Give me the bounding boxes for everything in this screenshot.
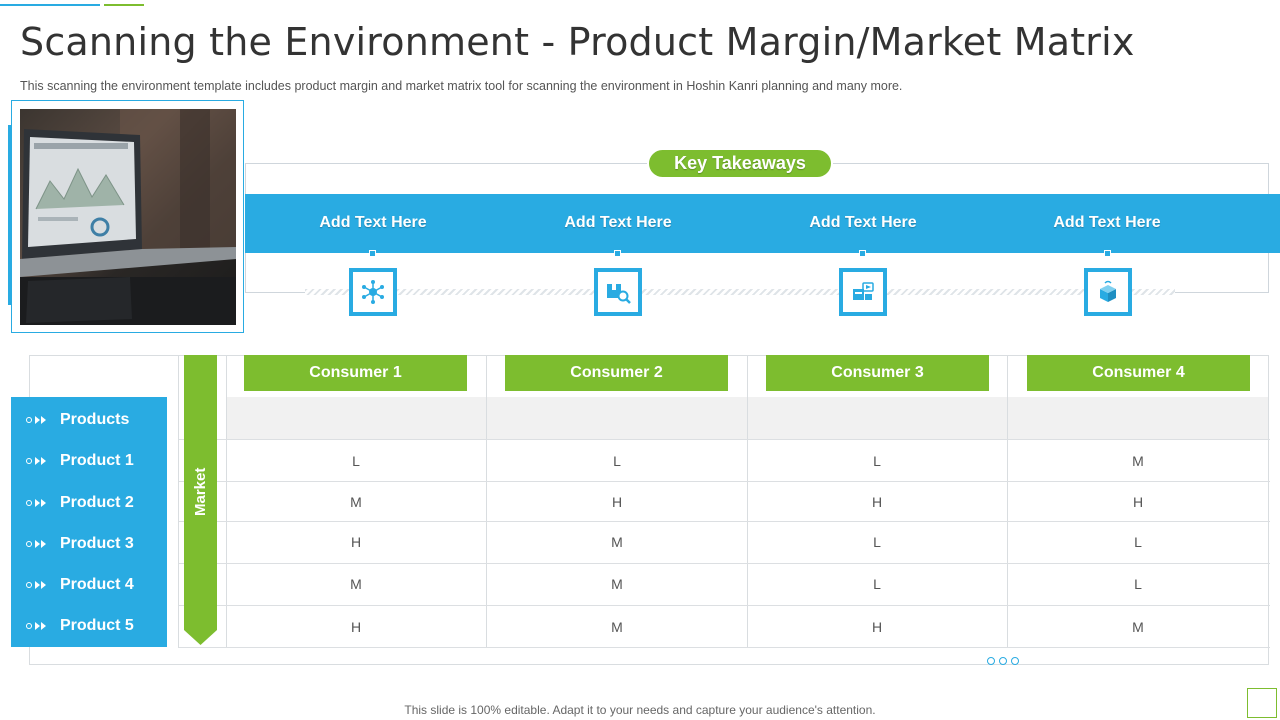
products-panel — [11, 397, 167, 647]
takeaway-label-3: Add Text Here — [809, 214, 917, 231]
grid-row-line — [179, 647, 1270, 648]
arrow-bullet-icon — [26, 620, 50, 632]
product-label: Products — [60, 411, 130, 428]
product-item-3: Product 3 — [26, 534, 166, 554]
footer-note: This slide is 100% editable. Adapt it to… — [404, 703, 876, 717]
page-title: Scanning the Environment - Product Margi… — [20, 20, 1135, 64]
matrix-cell: M — [611, 534, 623, 550]
matrix-cell: L — [873, 576, 881, 592]
arrow-bullet-icon — [26, 414, 50, 426]
product-item-1: Product 1 — [26, 451, 166, 471]
product-label: Product 4 — [60, 576, 134, 593]
grid-row-line — [179, 563, 1270, 564]
matrix-cell: M — [611, 576, 623, 592]
delivery-box-icon — [839, 268, 887, 316]
takeaway-label-4: Add Text Here — [1053, 214, 1161, 231]
matrix-cell: M — [1132, 619, 1144, 635]
decorative-dot — [1011, 657, 1019, 665]
grid-row-line — [179, 439, 1270, 440]
matrix-cell: L — [1134, 534, 1142, 550]
key-takeaways-pill: Key Takeaways — [647, 148, 833, 179]
takeaway-label-2: Add Text Here — [564, 214, 672, 231]
laptop-photo — [20, 109, 236, 325]
matrix-cell: M — [1132, 453, 1144, 469]
page-subtitle: This scanning the environment template i… — [20, 79, 903, 93]
product-label: Product 3 — [60, 535, 134, 552]
arrow-bullet-icon — [26, 538, 50, 550]
product-item-4: Product 4 — [26, 575, 166, 595]
matrix-cell: M — [350, 576, 362, 592]
market-label: Market — [192, 467, 209, 516]
top-accent-line-green — [104, 4, 144, 6]
matrix-cell: L — [613, 453, 621, 469]
box-search-icon — [594, 268, 642, 316]
matrix-cell: H — [350, 534, 362, 550]
grid-row-line — [179, 521, 1270, 522]
product-item-header: Products — [26, 410, 166, 430]
matrix-cell: H — [1132, 494, 1144, 510]
arrow-bullet-icon — [26, 497, 50, 509]
matrix-cell: H — [350, 619, 362, 635]
matrix-cell: M — [350, 494, 362, 510]
product-label: Product 2 — [60, 494, 134, 511]
matrix-cell: L — [352, 453, 360, 469]
matrix-cell: L — [1134, 576, 1142, 592]
takeaways-dashed-line — [305, 289, 1175, 295]
decorative-dot — [987, 657, 995, 665]
product-label: Product 5 — [60, 617, 134, 634]
open-box-icon — [1084, 268, 1132, 316]
consumer-header-2: Consumer 2 — [505, 355, 728, 391]
connector-dot — [859, 250, 866, 257]
matrix-cell: L — [873, 453, 881, 469]
grid-row-line — [179, 481, 1270, 482]
matrix-cell: L — [873, 534, 881, 550]
connector-dot — [369, 250, 376, 257]
consumer-header-1: Consumer 1 — [244, 355, 467, 391]
product-item-5: Product 5 — [26, 616, 166, 636]
matrix-cell: H — [871, 619, 883, 635]
connector-dot — [1104, 250, 1111, 257]
consumer-header-4: Consumer 4 — [1027, 355, 1250, 391]
product-label: Product 1 — [60, 452, 134, 469]
matrix-cell: H — [611, 494, 623, 510]
corner-decoration — [1247, 688, 1277, 718]
arrow-bullet-icon — [26, 579, 50, 591]
consumer-header-3: Consumer 3 — [766, 355, 989, 391]
grid-row-line — [179, 605, 1270, 606]
matrix-cell: H — [871, 494, 883, 510]
top-accent-line-blue — [0, 4, 100, 6]
connector-dot — [614, 250, 621, 257]
arrow-bullet-icon — [26, 455, 50, 467]
product-item-2: Product 2 — [26, 493, 166, 513]
decorative-dot — [999, 657, 1007, 665]
takeaway-label-1: Add Text Here — [319, 214, 427, 231]
matrix-cell: M — [611, 619, 623, 635]
network-nodes-icon — [349, 268, 397, 316]
